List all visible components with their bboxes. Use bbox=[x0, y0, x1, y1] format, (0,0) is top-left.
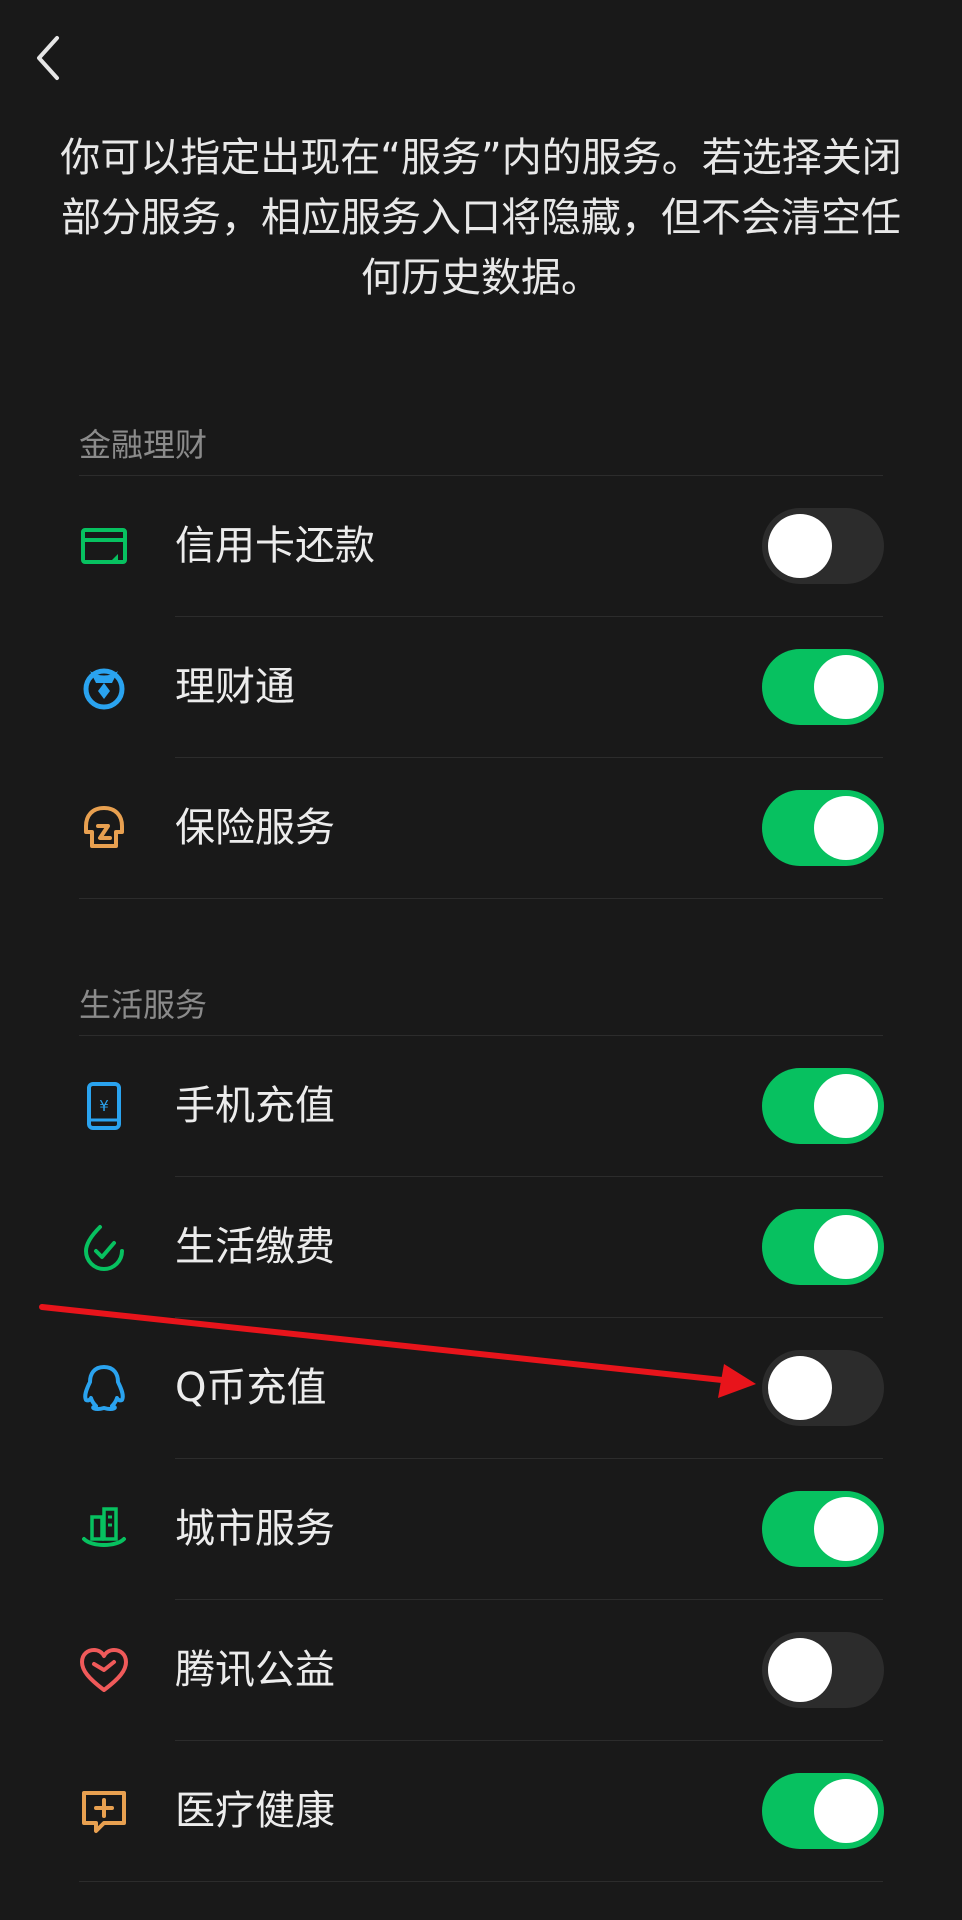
service-row-charity: 腾讯公益 bbox=[0, 1600, 962, 1740]
toggle-medical[interactable] bbox=[762, 1773, 884, 1849]
insurance-icon bbox=[78, 802, 130, 854]
section-title-life: 生活服务 bbox=[79, 986, 208, 1024]
charity-heart-icon bbox=[78, 1644, 130, 1696]
svg-text:¥: ¥ bbox=[99, 1097, 109, 1115]
service-row-medical: 医疗健康 bbox=[0, 1741, 962, 1881]
divider bbox=[79, 1881, 883, 1882]
back-button[interactable] bbox=[26, 30, 70, 86]
service-row-city: 城市服务 bbox=[0, 1459, 962, 1599]
wealth-icon bbox=[78, 661, 130, 713]
service-label: 手机充值 bbox=[175, 1083, 335, 1129]
toggle-city[interactable] bbox=[762, 1491, 884, 1567]
toggle-wealth[interactable] bbox=[762, 649, 884, 725]
credit-card-icon bbox=[78, 520, 130, 572]
toggle-insurance[interactable] bbox=[762, 790, 884, 866]
toggle-phone-topup[interactable] bbox=[762, 1068, 884, 1144]
city-service-icon bbox=[78, 1503, 130, 1555]
toggle-charity[interactable] bbox=[762, 1632, 884, 1708]
service-row-phone-topup: ¥ 手机充值 bbox=[0, 1036, 962, 1176]
toggle-qcoin[interactable] bbox=[762, 1350, 884, 1426]
service-row-qcoin: Q币充值 bbox=[0, 1318, 962, 1458]
service-label: Q币充值 bbox=[175, 1365, 327, 1411]
chevron-left-icon bbox=[37, 36, 59, 80]
section-title-finance: 金融理财 bbox=[79, 426, 208, 464]
service-row-utility: 生活缴费 bbox=[0, 1177, 962, 1317]
service-row-insurance: 保险服务 bbox=[0, 758, 962, 898]
service-label: 腾讯公益 bbox=[175, 1647, 335, 1693]
service-row-credit-card: 信用卡还款 bbox=[0, 476, 962, 616]
service-label: 城市服务 bbox=[175, 1506, 335, 1552]
service-row-wealth: 理财通 bbox=[0, 617, 962, 757]
intro-text: 你可以指定出现在“服务”内的服务。若选择关闭部分服务，相应服务入口将隐藏，但不会… bbox=[60, 135, 902, 301]
phone-topup-icon: ¥ bbox=[78, 1080, 130, 1132]
service-label: 保险服务 bbox=[175, 805, 335, 851]
toggle-utility[interactable] bbox=[762, 1209, 884, 1285]
medical-icon bbox=[78, 1785, 130, 1837]
divider bbox=[79, 898, 883, 899]
utility-payment-icon bbox=[78, 1221, 130, 1273]
qq-penguin-icon bbox=[78, 1362, 130, 1414]
service-label: 理财通 bbox=[175, 664, 295, 710]
service-label: 信用卡还款 bbox=[175, 523, 375, 569]
service-label: 医疗健康 bbox=[175, 1788, 335, 1834]
service-label: 生活缴费 bbox=[175, 1224, 335, 1270]
toggle-credit-card[interactable] bbox=[762, 508, 884, 584]
